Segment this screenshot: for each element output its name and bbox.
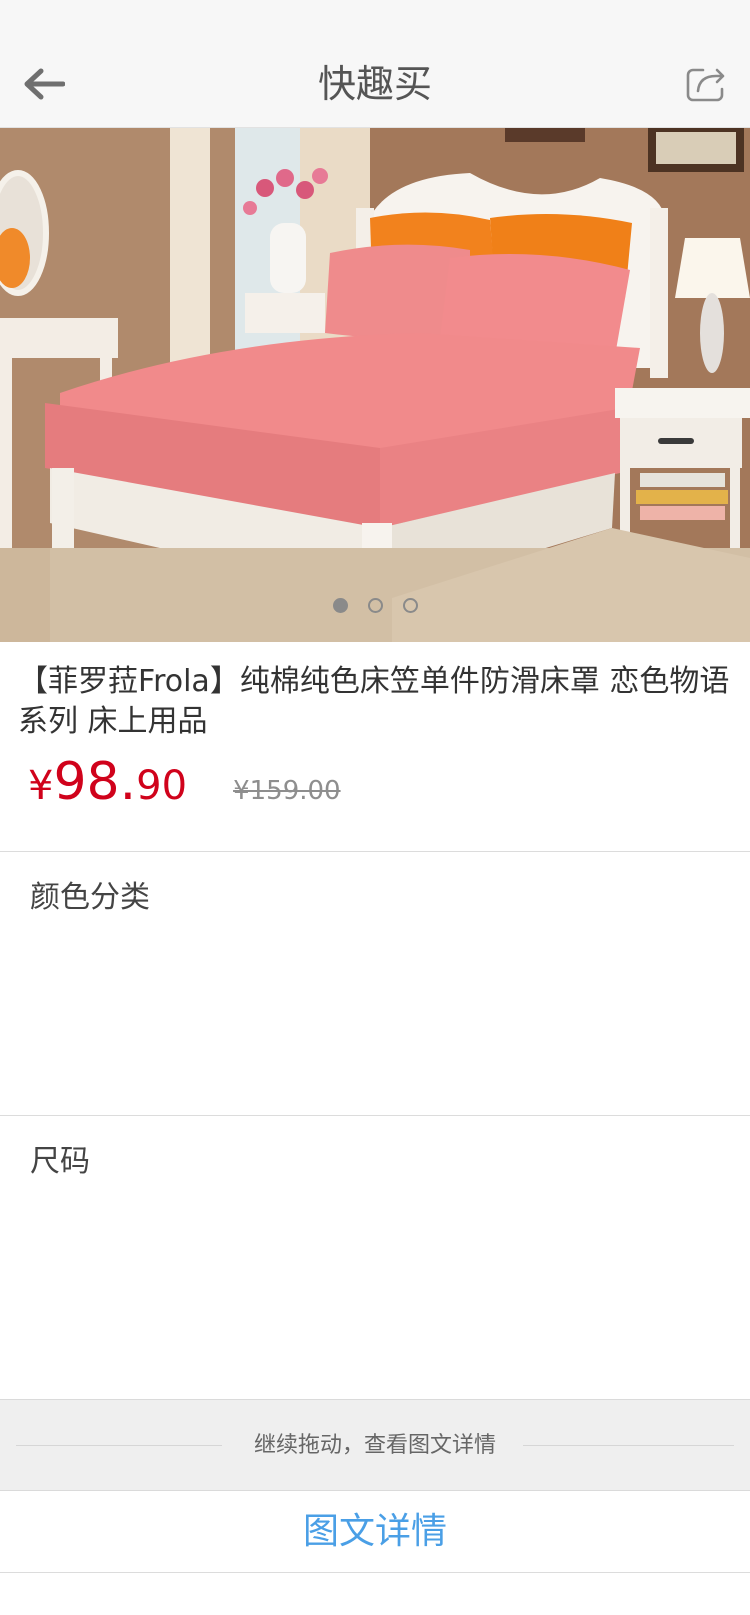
carousel-dot-1[interactable]: [332, 598, 348, 613]
page-title: 快趣买: [317, 62, 432, 106]
carousel-dot-3[interactable]: [402, 598, 418, 613]
share-icon: [686, 68, 725, 102]
divider: [0, 1115, 750, 1116]
price-decimal: 90: [136, 763, 188, 809]
product-image-carousel[interactable]: [0, 128, 750, 642]
status-bar: [0, 0, 750, 40]
price-currency: ¥: [28, 763, 54, 809]
drag-hint-bar[interactable]: 继续拖动，查看图文详情: [0, 1399, 750, 1491]
size-option-label: 尺码: [30, 1144, 90, 1179]
carousel-dot-2[interactable]: [367, 598, 383, 613]
price-row: ¥ 98. 90 ¥159.00: [28, 752, 341, 822]
drag-hint-line-right: [523, 1445, 734, 1446]
carousel-indicator: [0, 598, 750, 613]
share-button[interactable]: [680, 60, 732, 108]
navigation-bar: 快趣买: [0, 40, 750, 128]
image-text-detail-button[interactable]: 图文详情: [0, 1491, 750, 1573]
product-photo: [0, 128, 750, 642]
divider: [0, 851, 750, 852]
color-option-label: 颜色分类: [30, 880, 150, 915]
product-title: 【菲罗菈Frola】纯棉纯色床笠单件防滑床罩 恋色物语系列 床上用品: [18, 664, 730, 739]
price-integer: 98.: [53, 752, 137, 812]
drag-hint-text: 继续拖动，查看图文详情: [253, 1433, 496, 1458]
original-price: ¥159.00: [233, 776, 341, 806]
